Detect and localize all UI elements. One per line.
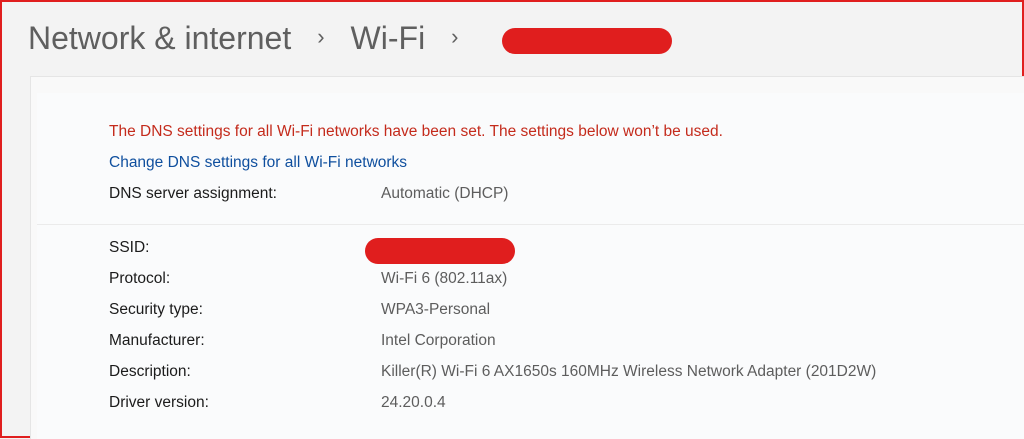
property-label: Security type: bbox=[109, 301, 203, 318]
property-value: Killer(R) Wi-Fi 6 AX1650s 160MHz Wireles… bbox=[381, 363, 877, 380]
chevron-right-icon: › bbox=[451, 24, 459, 49]
properties-panel: The DNS settings for all Wi-Fi networks … bbox=[37, 93, 1024, 439]
divider bbox=[37, 224, 1024, 225]
dns-server-value: Automatic (DHCP) bbox=[381, 185, 509, 202]
property-label: Manufacturer: bbox=[109, 332, 205, 349]
redacted-network-name bbox=[502, 28, 672, 54]
property-label: Driver version: bbox=[109, 394, 209, 411]
properties-card: The DNS settings for all Wi-Fi networks … bbox=[30, 76, 1024, 439]
property-label: Description: bbox=[109, 363, 191, 380]
breadcrumb-network-internet[interactable]: Network & internet bbox=[28, 20, 291, 57]
property-value: 24.20.0.4 bbox=[381, 394, 446, 411]
dns-server-label: DNS server assignment: bbox=[109, 185, 277, 202]
property-label: Protocol: bbox=[109, 270, 171, 287]
chevron-right-icon: › bbox=[317, 24, 325, 49]
breadcrumb-wifi[interactable]: Wi-Fi bbox=[351, 20, 426, 57]
change-dns-settings-link[interactable]: Change DNS settings for all Wi-Fi networ… bbox=[109, 154, 407, 172]
screenshot-frame: Network & internet › Wi-Fi › The DNS set… bbox=[0, 0, 1024, 439]
property-value: WPA3-Personal bbox=[381, 301, 491, 318]
breadcrumb: Network & internet › Wi-Fi › bbox=[28, 16, 485, 60]
property-label: SSID: bbox=[109, 239, 150, 256]
redacted-ssid bbox=[365, 238, 515, 264]
property-value: Wi-Fi 6 (802.11ax) bbox=[381, 270, 508, 287]
property-value: Intel Corporation bbox=[381, 332, 496, 349]
dns-warning-message: The DNS settings for all Wi-Fi networks … bbox=[109, 123, 723, 140]
